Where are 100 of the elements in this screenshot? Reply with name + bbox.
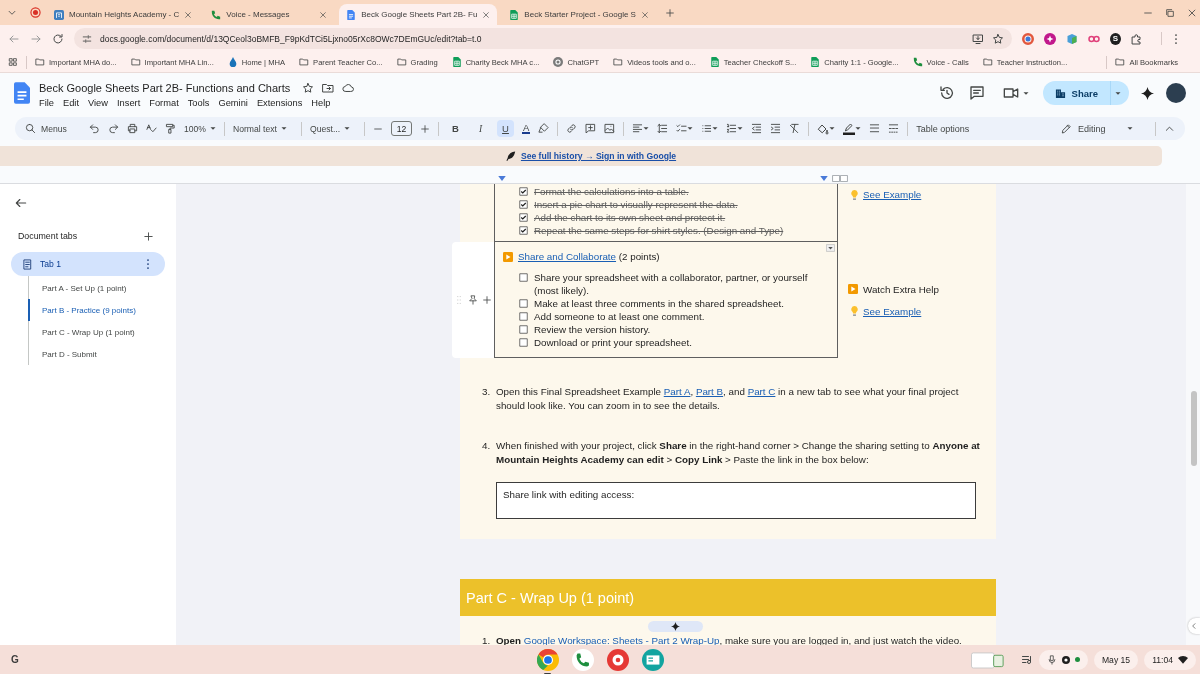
close-icon[interactable] [1187,7,1197,18]
checkbox[interactable] [519,200,528,209]
tune-icon[interactable] [82,33,92,44]
history-icon[interactable] [938,85,955,101]
image-icon[interactable] [604,123,616,134]
document-link[interactable]: Part C [747,386,776,397]
extension-button[interactable]: S [1110,32,1122,45]
puzzle-icon[interactable] [1131,32,1144,45]
avatar[interactable] [1166,83,1186,103]
menu-item[interactable]: Insert [117,98,141,108]
border-width-icon[interactable] [869,123,881,134]
line-spacing-icon[interactable] [657,123,669,134]
palette-app-icon[interactable] [606,648,629,671]
border-dash-icon[interactable] [888,123,900,134]
paint-roller-icon[interactable] [165,123,176,134]
sparkle-badge-icon[interactable] [1044,32,1056,45]
reload-icon[interactable] [52,32,64,45]
ring-icon[interactable] [1022,32,1034,45]
date-button[interactable]: May 15 [1093,649,1139,670]
decrease-indent-icon[interactable] [751,123,763,134]
browser-tab[interactable]: Voice - Messages [204,4,335,25]
menu-item[interactable]: Extensions [256,98,303,108]
checkbox[interactable] [519,325,528,334]
playlist-icon[interactable] [1020,653,1033,666]
close-icon[interactable] [640,10,649,19]
checkbox[interactable] [519,213,528,222]
status-tray[interactable] [1038,649,1088,670]
table-options-button[interactable]: Table options [916,123,970,134]
docs-logo-icon[interactable] [14,82,30,104]
menu-item[interactable]: View [88,98,108,108]
clock-button[interactable]: 11:04 [1144,649,1196,670]
move-to-folder-icon[interactable] [322,82,335,94]
font-dropdown[interactable]: Quest... [310,123,356,134]
redo-icon[interactable] [108,123,119,134]
plus-icon[interactable] [482,295,492,305]
install-icon[interactable] [972,32,984,45]
record-icon[interactable] [30,7,41,18]
checklist-icon[interactable] [676,123,688,134]
clear-formatting-icon[interactable] [789,123,801,134]
apps-grid-icon[interactable] [8,57,18,67]
cube-icon[interactable] [1066,32,1078,45]
cloud-icon[interactable] [342,82,355,94]
menu-item[interactable]: Edit [63,98,79,108]
add-comment-icon[interactable] [585,123,597,134]
print-icon[interactable] [127,123,138,134]
sparkle-icon[interactable] [1141,86,1154,100]
close-icon[interactable] [482,10,491,19]
menu-item[interactable]: Help [311,98,331,108]
checkbox[interactable] [519,187,528,196]
numbered-list-icon[interactable] [726,123,738,134]
document-title[interactable]: Beck Google Sheets Part 2B- Functions and Charts [39,82,291,94]
document-tab[interactable]: Tab 1 [11,252,165,276]
checkbox[interactable] [519,273,528,282]
browser-tab[interactable]: Mountain Heights Academy - C [47,4,200,25]
back-arrow-icon[interactable] [14,196,28,210]
menu-item[interactable]: Gemini [218,98,248,108]
restore-icon[interactable] [1165,7,1175,18]
italic-button[interactable]: I [472,120,489,137]
star-icon[interactable] [302,82,315,94]
indent-marker-icon[interactable] [832,175,848,182]
gemini-button[interactable] [648,621,703,632]
checkbox[interactable] [519,338,528,347]
zoom-dropdown[interactable]: 100% [184,123,216,134]
close-icon[interactable] [184,10,193,19]
thumbnail-icon[interactable] [970,649,1005,670]
menu-item[interactable]: Format [149,98,179,108]
browser-tab[interactable]: Beck Google Sheets Part 2B- Fu [339,4,498,25]
sign-in-link[interactable]: See full history → Sign in with Google [520,151,677,161]
border-color-icon[interactable] [843,122,856,135]
side-panel-toggle[interactable] [1188,618,1200,634]
highlighter-icon[interactable] [538,123,550,134]
card-app-icon[interactable] [641,648,664,671]
pin-icon[interactable] [468,295,478,305]
example-link[interactable]: See Example [863,305,922,317]
star-icon[interactable] [992,32,1004,45]
video-camera-icon[interactable] [1002,85,1019,101]
plus-icon[interactable] [420,123,430,134]
menu-item[interactable]: Tools [187,98,210,108]
phone-app-icon[interactable] [571,648,594,671]
editing-mode-dropdown[interactable]: Editing [1061,123,1133,134]
browser-tab[interactable]: Beck Starter Project - Google S [502,4,656,25]
link-icon[interactable] [566,123,578,134]
column-marker-icon[interactable] [820,176,828,181]
close-icon[interactable] [319,10,328,19]
example-link[interactable]: See Example [863,189,922,200]
paragraph-style-dropdown[interactable]: Normal text [233,123,293,134]
answer-box[interactable]: Share link with editing access: [496,482,976,519]
align-left-icon[interactable] [632,123,644,134]
bold-button[interactable]: B [447,120,464,137]
comment-icon[interactable] [968,85,985,101]
column-marker-icon[interactable] [498,176,506,181]
share-button[interactable]: Share [1042,81,1110,105]
outline-item[interactable]: Part D - Submit [29,343,176,365]
text-color-button[interactable]: A [522,123,531,134]
plus-icon[interactable] [664,7,675,18]
increase-indent-icon[interactable] [770,123,782,134]
undo-icon[interactable] [89,123,100,134]
font-size-field[interactable]: 12 [391,121,412,136]
browser-app-icon[interactable] [536,648,559,671]
scrollbar-thumb[interactable] [1191,391,1197,466]
